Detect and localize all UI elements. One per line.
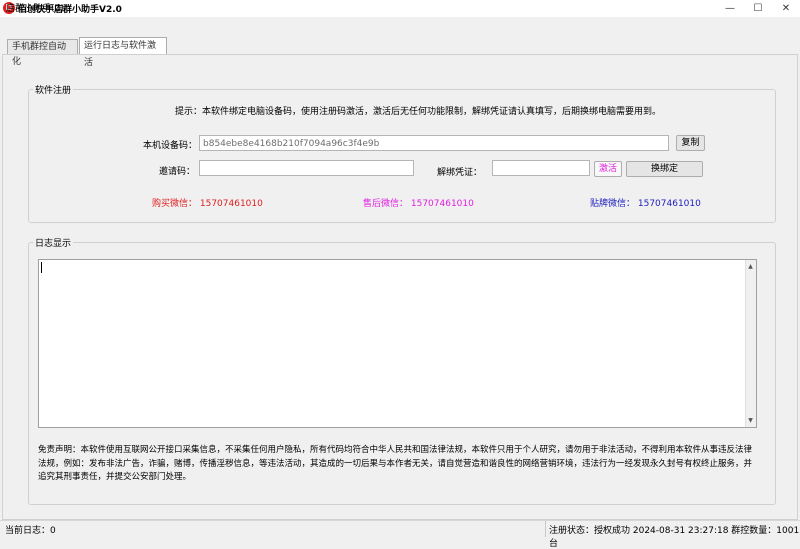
text-caret [41,262,42,273]
log-textarea[interactable] [38,259,757,428]
unbind-credential-label: 解绑凭证： [437,168,483,178]
scroll-up-icon[interactable]: ▲ [746,262,755,271]
oem-wechat-contact: 贴牌微信： 15707461010 [590,199,701,209]
unbind-credential-field[interactable] [492,160,590,176]
registration-hint: 提示：本软件绑定电脑设备码，使用注册码激活，激活后无任何功能限制，解绑凭证请认真… [175,107,662,117]
current-log-status: 当前日志：0 [5,526,56,536]
buy-wechat-contact: 购买微信： 15707461010 [152,199,263,209]
registration-group-title: 软件注册 [33,83,74,96]
change-binding-button[interactable]: 换绑定 [626,161,703,177]
scroll-down-icon[interactable]: ▼ [746,416,755,425]
resize-grip-icon[interactable]: ⋰ [788,527,798,537]
close-icon[interactable]: ✕ [772,0,800,17]
disclaimer-text: 免责声明：本软件使用互联网公开接口采集信息，不采集任何用户隐私，所有代码均符合中… [38,445,753,482]
after-sales-wechat-contact: 售后微信： 15707461010 [363,199,474,209]
activate-button[interactable]: 激活 [594,161,622,177]
minimize-icon[interactable]: — [716,0,744,17]
copy-button[interactable]: 复制 [676,135,705,151]
status-divider [545,521,546,537]
tab-log-activation[interactable]: 运行日志与软件激活 [79,37,167,68]
log-scrollbar[interactable] [745,260,756,427]
device-code-label: 本机设备码： [143,141,198,151]
menu-item-store-helper[interactable]: 店群小助手(Z) [6,1,64,14]
device-code-field[interactable]: b854ebe8e4168b210f7094a96c3f4e9b [199,135,669,151]
registration-status: 注册状态：授权成功 2024-08-31 23:27:18 群控数量：1001台 [549,526,800,549]
invite-code-label: 邀请码： [159,167,196,177]
maximize-icon[interactable]: ☐ [744,0,772,17]
log-group-title: 日志显示 [33,236,74,249]
tab-phone-automation[interactable]: 手机群控自动化 [7,39,78,67]
invite-code-field[interactable] [199,160,414,176]
menu-bar [0,17,800,30]
